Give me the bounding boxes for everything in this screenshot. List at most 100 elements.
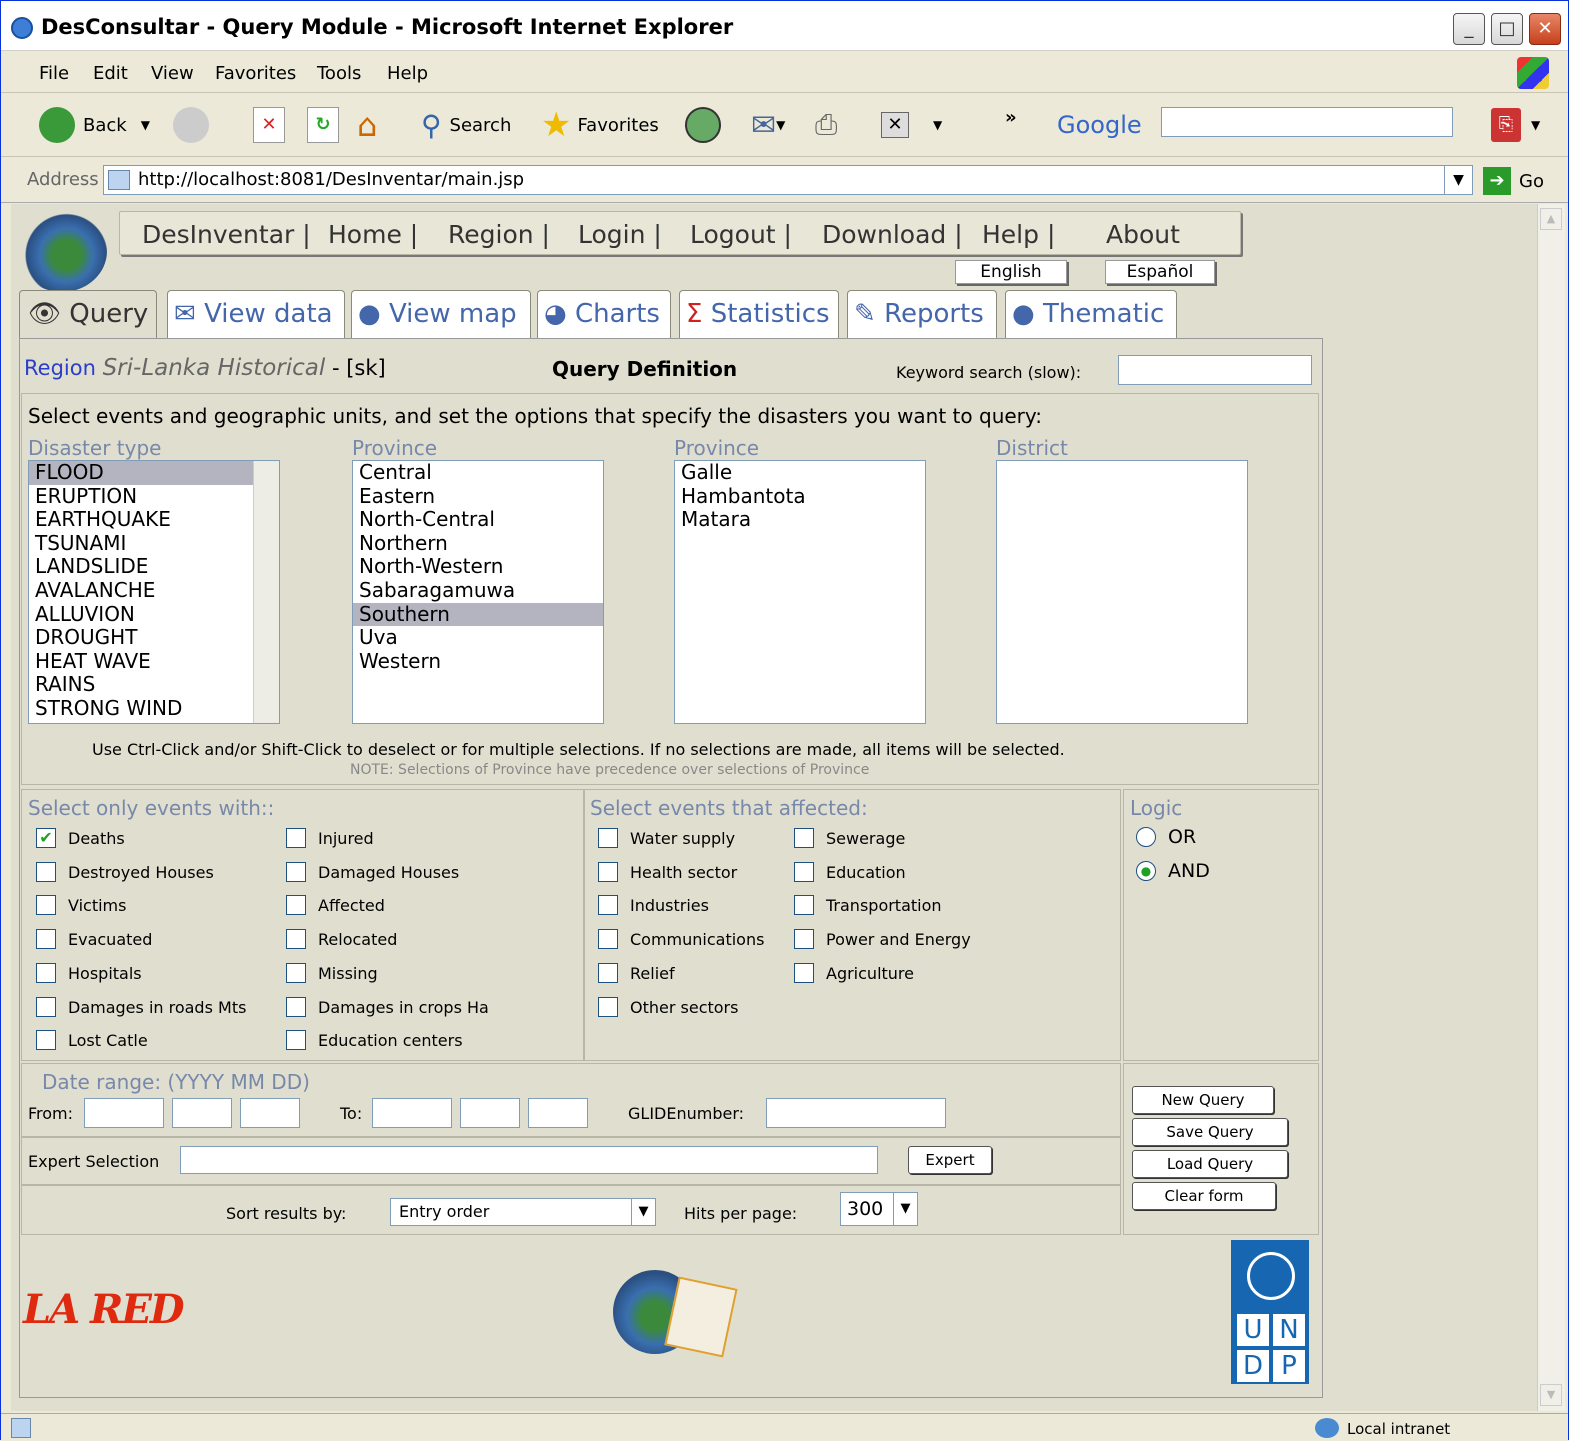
print-button[interactable]: ⎙ bbox=[815, 103, 837, 147]
list-item[interactable]: Southern bbox=[353, 602, 603, 627]
and-radio[interactable]: ● AND bbox=[1136, 860, 1210, 882]
list-item[interactable]: ERUPTION bbox=[29, 484, 279, 509]
list-item[interactable]: North-Western bbox=[353, 555, 603, 579]
relocated-checkbox[interactable]: Relocated bbox=[286, 929, 397, 949]
district-list[interactable] bbox=[996, 460, 1248, 724]
new-query-button[interactable]: New Query bbox=[1132, 1086, 1274, 1114]
load-query-button[interactable]: Load Query bbox=[1132, 1150, 1288, 1178]
to-year-input[interactable] bbox=[372, 1098, 452, 1128]
or-radio[interactable]: OR bbox=[1136, 826, 1196, 848]
menu-file[interactable]: File bbox=[39, 63, 69, 84]
nav-help[interactable]: Help | bbox=[982, 220, 1055, 249]
agriculture-checkbox[interactable]: Agriculture bbox=[794, 963, 914, 983]
power-energy-checkbox[interactable]: Power and Energy bbox=[794, 929, 971, 949]
expert-input[interactable] bbox=[180, 1146, 878, 1174]
chevron-more-icon[interactable]: » bbox=[1005, 95, 1017, 139]
list-item[interactable]: STRONG WIND bbox=[29, 696, 279, 721]
address-input[interactable]: http://localhost:8081/DesInventar/main.j… bbox=[103, 165, 1473, 195]
to-day-input[interactable] bbox=[528, 1098, 588, 1128]
lost-catle-checkbox[interactable]: Lost Catle bbox=[36, 1030, 148, 1050]
list-item[interactable]: Central bbox=[353, 460, 603, 485]
tab-charts[interactable]: ◕ Charts bbox=[537, 290, 671, 338]
menu-view[interactable]: View bbox=[151, 63, 194, 84]
education-checkbox[interactable]: Education bbox=[794, 862, 906, 882]
nav-about[interactable]: About bbox=[1106, 220, 1180, 249]
list-item[interactable]: TSUNAMI bbox=[29, 531, 279, 556]
list-item[interactable]: EARTHQUAKE bbox=[29, 508, 279, 532]
espanol-button[interactable]: Español bbox=[1105, 260, 1215, 284]
deaths-checkbox[interactable]: ✔ Deaths bbox=[36, 828, 125, 848]
nav-logout[interactable]: Logout | bbox=[690, 220, 792, 249]
damages-roads-checkbox[interactable]: Damages in roads Mts bbox=[36, 997, 246, 1017]
menu-help[interactable]: Help bbox=[387, 63, 428, 84]
sewerage-checkbox[interactable]: Sewerage bbox=[794, 828, 905, 848]
stop-button[interactable]: ✕ bbox=[253, 103, 285, 147]
menu-tools[interactable]: Tools bbox=[317, 63, 361, 84]
hospitals-checkbox[interactable]: Hospitals bbox=[36, 963, 142, 983]
industries-checkbox[interactable]: Industries bbox=[598, 895, 709, 915]
province-list[interactable]: Central Eastern North-Central Northern N… bbox=[352, 460, 604, 724]
scroll-up-icon[interactable]: ▲ bbox=[1540, 208, 1562, 230]
nav-region[interactable]: Region | bbox=[448, 220, 550, 249]
refresh-button[interactable]: ↻ bbox=[307, 103, 339, 147]
to-month-input[interactable] bbox=[460, 1098, 520, 1128]
relief-checkbox[interactable]: Relief bbox=[598, 963, 675, 983]
menu-favorites[interactable]: Favorites bbox=[215, 63, 296, 84]
evacuated-checkbox[interactable]: Evacuated bbox=[36, 929, 152, 949]
hits-select[interactable]: 300 ▼ bbox=[840, 1192, 918, 1226]
other-sectors-checkbox[interactable]: Other sectors bbox=[598, 997, 738, 1017]
region-label[interactable]: Region bbox=[24, 356, 96, 380]
tab-statistics[interactable]: Σ Statistics bbox=[679, 290, 839, 338]
tab-thematic[interactable]: ● Thematic bbox=[1005, 290, 1177, 338]
keyword-input[interactable] bbox=[1118, 355, 1312, 385]
menu-edit[interactable]: Edit bbox=[93, 63, 128, 84]
home-button[interactable]: ⌂ bbox=[357, 103, 377, 147]
mail-button[interactable]: ✉ ▼ bbox=[751, 103, 785, 147]
from-day-input[interactable] bbox=[240, 1098, 300, 1128]
injured-checkbox[interactable]: Injured bbox=[286, 828, 374, 848]
list-item[interactable]: LANDSLIDE bbox=[29, 555, 279, 579]
list-item[interactable]: Sabaragamuwa bbox=[353, 578, 603, 603]
scroll-down-icon[interactable]: ▼ bbox=[1540, 1384, 1562, 1406]
tab-view-map[interactable]: ● View map bbox=[351, 290, 531, 338]
list-item[interactable]: Hambantota bbox=[675, 484, 925, 509]
list-item[interactable]: FLOOD bbox=[29, 460, 279, 485]
nav-desinventar[interactable]: DesInventar | bbox=[142, 220, 311, 249]
nav-login[interactable]: Login | bbox=[578, 220, 662, 249]
list-item[interactable]: Matara bbox=[675, 508, 925, 532]
communications-checkbox[interactable]: Communications bbox=[598, 929, 764, 949]
edit-button[interactable]: ✕ ▼ bbox=[881, 103, 942, 147]
english-button[interactable]: English bbox=[955, 260, 1067, 284]
chevron-down-icon[interactable]: ▼ bbox=[893, 1193, 917, 1225]
maximize-button[interactable]: □ bbox=[1491, 13, 1523, 45]
list-item[interactable]: North-Central bbox=[353, 508, 603, 532]
from-year-input[interactable] bbox=[84, 1098, 164, 1128]
list-item[interactable]: RAINS bbox=[29, 673, 279, 697]
affected-checkbox[interactable]: Affected bbox=[286, 895, 385, 915]
list-item[interactable]: Galle bbox=[675, 460, 925, 485]
list-item[interactable]: AVALANCHE bbox=[29, 578, 279, 603]
list-item[interactable]: Western bbox=[353, 649, 603, 674]
province-2-list[interactable]: Galle Hambantota Matara bbox=[674, 460, 926, 724]
go-button[interactable]: ➔ Go bbox=[1483, 167, 1544, 195]
close-button[interactable]: ✕ bbox=[1529, 13, 1561, 45]
water-supply-checkbox[interactable]: Water supply bbox=[598, 828, 735, 848]
list-item[interactable]: DROUGHT bbox=[29, 626, 279, 650]
list-item[interactable]: Uva bbox=[353, 626, 603, 650]
missing-checkbox[interactable]: Missing bbox=[286, 963, 378, 983]
forward-button[interactable] bbox=[173, 103, 209, 147]
victims-checkbox[interactable]: Victims bbox=[36, 895, 126, 915]
expert-button[interactable]: Expert bbox=[908, 1146, 992, 1174]
list-item[interactable]: ALLUVION bbox=[29, 602, 279, 627]
clear-form-button[interactable]: Clear form bbox=[1132, 1182, 1276, 1210]
tab-query[interactable]: 👁 Query bbox=[19, 290, 157, 342]
tab-view-data[interactable]: ✉ View data bbox=[167, 290, 345, 338]
chevron-down-icon[interactable]: ▼ bbox=[631, 1199, 655, 1225]
disaster-type-list[interactable]: FLOOD ERUPTION EARTHQUAKE TSUNAMI LANDSL… bbox=[28, 460, 280, 724]
address-dropdown-icon[interactable]: ▼ bbox=[1444, 166, 1472, 194]
google-search-input[interactable] bbox=[1161, 107, 1453, 137]
scrollbar[interactable] bbox=[253, 461, 279, 723]
minimize-button[interactable]: _ bbox=[1453, 13, 1485, 45]
education-centers-checkbox[interactable]: Education centers bbox=[286, 1030, 463, 1050]
transportation-checkbox[interactable]: Transportation bbox=[794, 895, 942, 915]
